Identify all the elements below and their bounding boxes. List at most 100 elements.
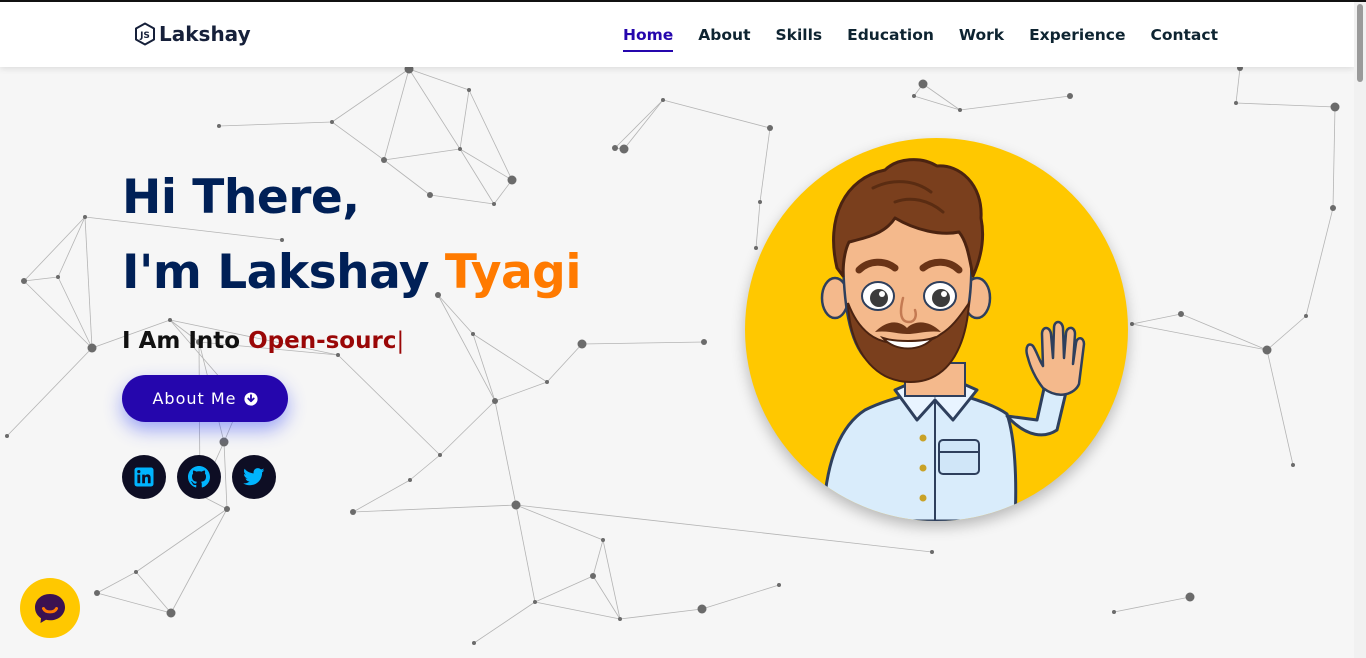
linkedin-icon (134, 467, 154, 487)
avatar (745, 138, 1128, 521)
nav-contact[interactable]: Contact (1150, 22, 1218, 48)
nav-education[interactable]: Education (847, 22, 934, 48)
particle-link (534, 601, 621, 620)
particle-dot (1067, 93, 1073, 99)
particle-dot (758, 200, 762, 204)
typed-prefix: I Am Into (122, 328, 249, 354)
particle-link (701, 584, 780, 610)
twitter-link[interactable] (232, 455, 276, 499)
particle-link (1266, 349, 1294, 466)
particle-link (1180, 313, 1268, 351)
particle-link (534, 575, 594, 603)
chat-icon (35, 594, 65, 623)
particle-link (408, 68, 470, 91)
particle-link (602, 539, 621, 620)
particle-dot (1185, 592, 1195, 602)
particle-link (759, 127, 771, 203)
nav-experience[interactable]: Experience (1029, 22, 1125, 48)
particle-dot (1330, 102, 1340, 112)
particle-link (922, 83, 961, 111)
vertical-scrollbar[interactable] (1354, 2, 1366, 658)
particle-link (515, 504, 933, 553)
particle-link (1266, 315, 1307, 351)
particle-link (913, 95, 961, 111)
window-top-border (0, 0, 1366, 2)
particle-link (331, 121, 385, 161)
twitter-icon (243, 468, 265, 486)
particle-dot (533, 600, 537, 604)
typed-text: Open-sourc (248, 328, 397, 354)
particle-dot (438, 453, 442, 457)
linkedin-link[interactable] (122, 455, 166, 499)
particle-dot (467, 88, 471, 92)
particle-dot (612, 145, 618, 151)
particle-dot (1304, 314, 1308, 318)
particle-dot (601, 538, 605, 542)
particle-link (23, 280, 93, 349)
particle-dot (618, 617, 622, 621)
particle-dot (458, 147, 462, 151)
particle-link (1113, 596, 1191, 613)
scrollbar-thumb[interactable] (1357, 4, 1363, 82)
particle-link (383, 68, 410, 161)
page: JS Lakshay Home About Skills Education W… (0, 0, 1366, 658)
particle-dot (912, 94, 916, 98)
nav-about[interactable]: About (698, 22, 750, 48)
particle-link (592, 575, 621, 620)
nav-skills[interactable]: Skills (775, 22, 822, 48)
hero-heading: Hi There, I'm Lakshay Tyagi (122, 160, 581, 310)
particle-link (459, 89, 470, 150)
particle-dot (217, 124, 221, 128)
particle-link (614, 99, 664, 149)
particle-dot (224, 506, 230, 512)
particle-link (6, 347, 93, 437)
particle-link (218, 121, 333, 127)
particle-link (581, 341, 705, 345)
about-me-label: About Me (152, 389, 237, 408)
arrow-circle-down-icon (243, 391, 258, 406)
about-me-button[interactable]: About Me (122, 375, 288, 422)
particle-link (337, 354, 441, 456)
particle-dot (56, 275, 60, 279)
svg-text:JS: JS (139, 31, 150, 41)
particle-dot (1291, 463, 1295, 467)
particle-dot (754, 246, 758, 250)
brand-name: Lakshay (159, 22, 251, 46)
brand-logo[interactable]: JS Lakshay (134, 20, 251, 48)
particle-link (23, 276, 59, 282)
particle-link (623, 99, 664, 150)
particle-link (331, 68, 410, 123)
particle-dot (958, 108, 962, 112)
particle-link (96, 571, 137, 594)
hero-intro-prefix: I'm Lakshay (122, 245, 445, 300)
particle-link (383, 148, 461, 161)
particle-dot (408, 478, 412, 482)
particle-dot (697, 604, 707, 614)
particle-dot (134, 570, 138, 574)
particle-dot (1130, 322, 1134, 326)
particle-dot (83, 215, 87, 219)
particle-dot (661, 98, 665, 102)
nav-work[interactable]: Work (959, 22, 1004, 48)
js-hexagon-icon: JS (135, 22, 155, 46)
particle-link (959, 95, 1071, 111)
particle-dot (330, 120, 334, 124)
chat-widget[interactable] (20, 578, 80, 638)
particle-link (1131, 323, 1268, 351)
particle-link (84, 216, 93, 349)
github-icon (188, 466, 210, 488)
nav-home[interactable]: Home (623, 22, 674, 52)
github-link[interactable] (177, 455, 221, 499)
social-links (122, 455, 276, 499)
typed-line: I Am Into Open-sourc| (122, 328, 581, 354)
particle-link (1235, 67, 1241, 104)
particle-link (23, 216, 86, 282)
particle-dot (472, 641, 476, 645)
particle-link (57, 216, 86, 278)
particle-link (662, 99, 771, 129)
particle-link (755, 201, 761, 249)
particle-dot (94, 590, 100, 596)
particle-link (409, 454, 441, 481)
particle-link (57, 276, 93, 349)
particle-link (135, 508, 228, 573)
